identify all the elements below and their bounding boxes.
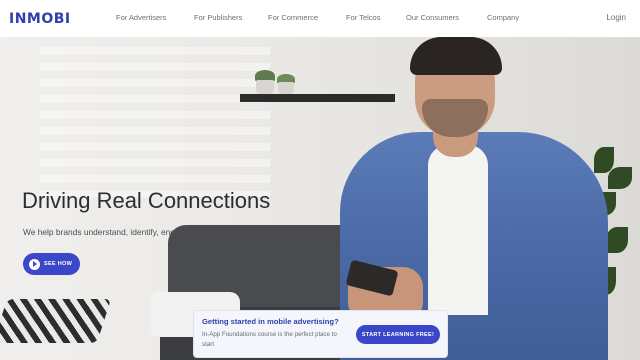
start-learning-button[interactable]: START LEARNING FREE! bbox=[356, 325, 440, 344]
white-tshirt bbox=[428, 145, 488, 315]
plant-pot bbox=[256, 80, 274, 94]
window-light-shadow bbox=[40, 47, 270, 197]
promo-card: Getting started in mobile advertising? I… bbox=[193, 310, 448, 358]
play-icon bbox=[29, 258, 40, 270]
nav-for-commerce[interactable]: For Commerce bbox=[268, 13, 346, 22]
promo-title: Getting started in mobile advertising? bbox=[202, 317, 339, 326]
hero-title: Driving Real Connections bbox=[22, 188, 271, 213]
nav-company[interactable]: Company bbox=[487, 13, 519, 22]
nav-our-consumers[interactable]: Our Consumers bbox=[406, 13, 487, 22]
login-link[interactable]: Login bbox=[606, 13, 626, 22]
plant-pot bbox=[278, 82, 294, 94]
promo-text: In-App Foundations course is the perfect… bbox=[202, 331, 337, 348]
inmobi-logo[interactable]: INMOBI bbox=[9, 11, 71, 27]
hair bbox=[410, 37, 502, 75]
nav-for-advertisers[interactable]: For Advertisers bbox=[116, 13, 194, 22]
patterned-pillow bbox=[0, 299, 112, 343]
site-header: INMOBI For Advertisers For Publishers Fo… bbox=[0, 0, 640, 37]
nav-for-publishers[interactable]: For Publishers bbox=[194, 13, 268, 22]
see-how-button[interactable]: SEE HOW bbox=[23, 253, 80, 275]
main-nav: For Advertisers For Publishers For Comme… bbox=[116, 13, 519, 22]
see-how-label: SEE HOW bbox=[44, 261, 73, 267]
nav-for-telcos[interactable]: For Telcos bbox=[346, 13, 406, 22]
hero-subtitle: We help brands understand, identify, eng… bbox=[23, 227, 281, 237]
